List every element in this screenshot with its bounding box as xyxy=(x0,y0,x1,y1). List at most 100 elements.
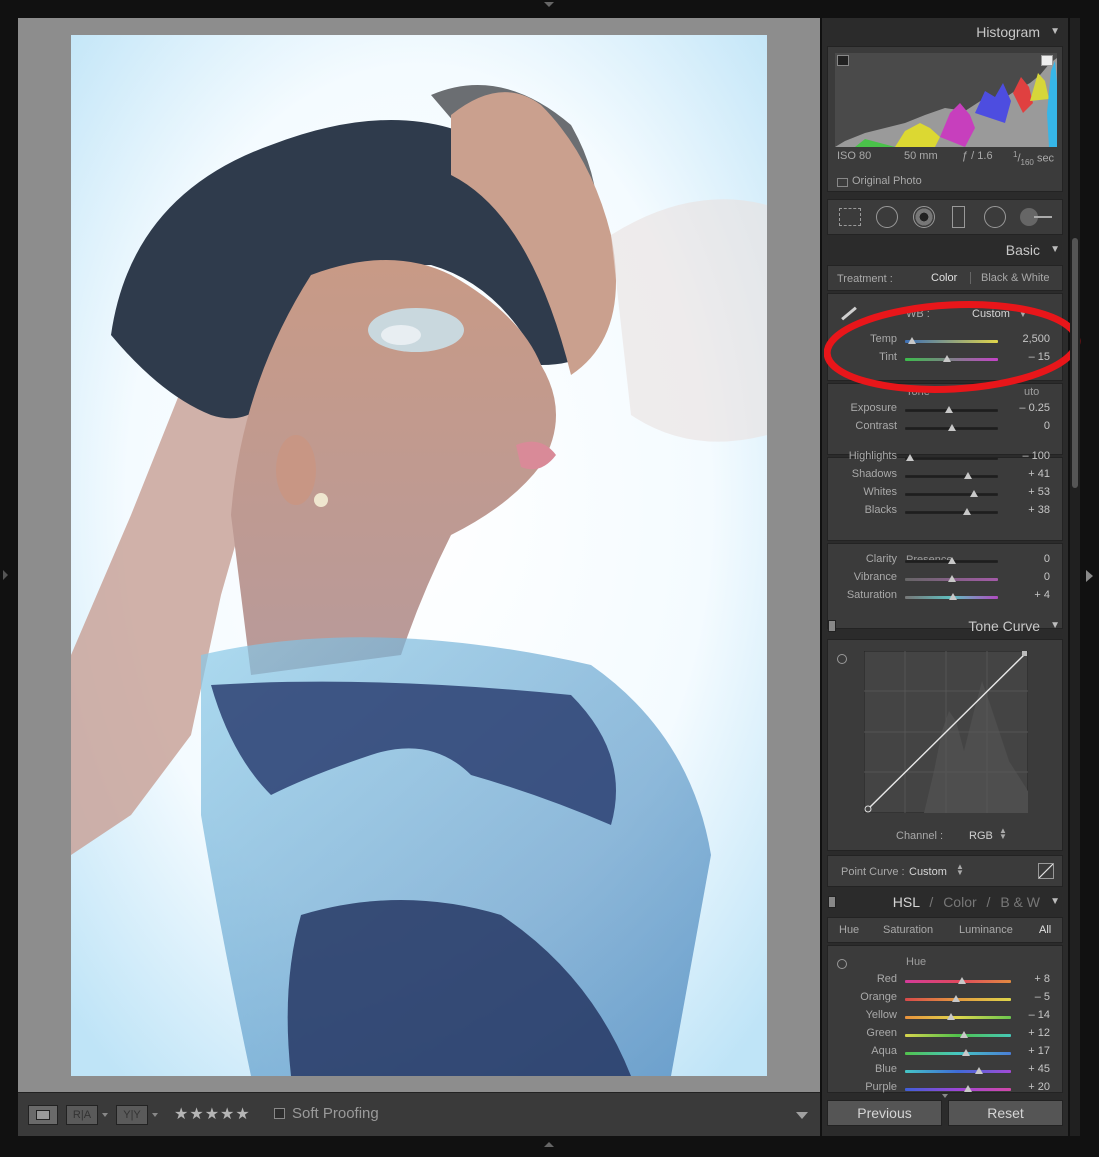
scrollbar-thumb[interactable] xyxy=(1072,238,1078,488)
hsl-purple-slider[interactable] xyxy=(905,1088,1011,1091)
basic-exposure-thumb[interactable] xyxy=(944,406,953,413)
tab-luminance[interactable]: Luminance xyxy=(959,924,1013,936)
histogram-header[interactable]: Histogram ▼ xyxy=(822,19,1068,45)
tone-curve-header[interactable]: Tone Curve ▼ xyxy=(822,613,1068,639)
basic-saturation-thumb[interactable] xyxy=(949,593,958,600)
histogram-graph[interactable] xyxy=(835,53,1057,147)
before-after-top-bottom-button[interactable]: Y|Y xyxy=(116,1105,148,1125)
hsl-purple-value[interactable]: + 20 xyxy=(1028,1081,1050,1093)
basic-temp-thumb[interactable] xyxy=(908,337,917,344)
panel-switch-icon[interactable] xyxy=(828,896,836,908)
basic-shadows-slider[interactable] xyxy=(905,475,998,478)
collapse-triangle-icon[interactable]: ▼ xyxy=(1050,19,1060,45)
hsl-green-thumb[interactable] xyxy=(960,1031,969,1038)
target-adjust-icon[interactable] xyxy=(837,654,847,664)
hsl-red-value[interactable]: + 8 xyxy=(1034,973,1050,985)
basic-shadows-thumb[interactable] xyxy=(964,472,973,479)
panel-switch-icon[interactable] xyxy=(828,620,836,632)
hsl-blue-slider[interactable] xyxy=(905,1070,1011,1073)
basic-blacks-slider[interactable] xyxy=(905,511,998,514)
tone-auto-button[interactable]: uto xyxy=(1024,386,1039,398)
treatment-color-option[interactable]: Color xyxy=(931,272,957,284)
hsl-purple-thumb[interactable] xyxy=(963,1085,972,1092)
color-title[interactable]: Color xyxy=(943,894,976,910)
photo-preview[interactable] xyxy=(71,35,767,1076)
chevron-down-icon[interactable] xyxy=(152,1113,158,1117)
hsl-title[interactable]: HSL xyxy=(893,894,920,910)
spot-removal-icon[interactable] xyxy=(876,206,898,228)
tone-curve-graph[interactable] xyxy=(864,651,1028,813)
loupe-view-button[interactable] xyxy=(28,1105,58,1125)
hsl-blue-value[interactable]: + 45 xyxy=(1028,1063,1050,1075)
before-after-left-right-button[interactable]: R|A xyxy=(66,1105,98,1125)
basic-saturation-value[interactable]: + 4 xyxy=(1034,589,1050,601)
shadow-clipping-icon[interactable] xyxy=(837,55,849,66)
top-panel-toggle[interactable] xyxy=(544,2,554,10)
hsl-aqua-thumb[interactable] xyxy=(962,1049,971,1056)
basic-highlights-slider[interactable] xyxy=(905,457,998,460)
basic-contrast-value[interactable]: 0 xyxy=(1044,420,1050,432)
basic-tint-value[interactable]: – 15 xyxy=(1029,351,1050,363)
previous-button[interactable]: Previous xyxy=(827,1100,942,1126)
basic-header[interactable]: Basic ▼ xyxy=(822,237,1068,263)
red-eye-icon[interactable] xyxy=(913,206,935,228)
basic-contrast-thumb[interactable] xyxy=(947,424,956,431)
radial-filter-icon[interactable] xyxy=(984,206,1006,228)
channel-select[interactable]: RGB xyxy=(969,830,993,842)
star-rating[interactable]: ★★★★★ xyxy=(174,1104,251,1124)
target-adjust-icon[interactable] xyxy=(837,959,847,969)
original-photo-checkbox[interactable] xyxy=(837,178,848,187)
basic-tint-slider[interactable] xyxy=(905,358,998,361)
image-viewer[interactable] xyxy=(18,2,820,1092)
tab-saturation[interactable]: Saturation xyxy=(883,924,933,936)
edit-point-curve-icon[interactable] xyxy=(1038,863,1054,879)
crop-overlay-icon[interactable] xyxy=(839,208,861,226)
basic-shadows-value[interactable]: + 41 xyxy=(1028,468,1050,480)
basic-highlights-thumb[interactable] xyxy=(905,454,914,461)
soft-proofing-checkbox[interactable] xyxy=(274,1108,285,1119)
collapse-triangle-icon[interactable]: ▼ xyxy=(1050,889,1060,915)
point-curve-select[interactable]: Custom xyxy=(909,866,947,878)
collapse-triangle-icon[interactable]: ▼ xyxy=(1050,237,1060,263)
basic-temp-slider[interactable] xyxy=(905,340,998,343)
hsl-yellow-value[interactable]: – 14 xyxy=(1029,1009,1050,1021)
hsl-red-thumb[interactable] xyxy=(958,977,967,984)
basic-blacks-value[interactable]: + 38 xyxy=(1028,504,1050,516)
hsl-yellow-slider[interactable] xyxy=(905,1016,1011,1019)
hsl-yellow-thumb[interactable] xyxy=(946,1013,955,1020)
chevron-down-icon[interactable] xyxy=(942,1094,948,1098)
tab-hue[interactable]: Hue xyxy=(839,924,859,936)
basic-exposure-value[interactable]: – 0.25 xyxy=(1019,402,1050,414)
highlight-clipping-icon[interactable] xyxy=(1041,55,1053,66)
graduated-filter-icon[interactable] xyxy=(952,206,965,228)
hsl-aqua-slider[interactable] xyxy=(905,1052,1011,1055)
hsl-orange-thumb[interactable] xyxy=(951,995,960,1002)
hsl-orange-value[interactable]: – 5 xyxy=(1035,991,1050,1003)
bw-title[interactable]: B & W xyxy=(1000,894,1040,910)
basic-whites-value[interactable]: + 53 xyxy=(1028,486,1050,498)
basic-vibrance-thumb[interactable] xyxy=(947,575,956,582)
hsl-green-value[interactable]: + 12 xyxy=(1028,1027,1050,1039)
right-panel-toggle-icon[interactable] xyxy=(1086,570,1093,582)
basic-temp-value[interactable]: 2,500 xyxy=(1022,333,1050,345)
toolbar-menu-chevron-icon[interactable] xyxy=(796,1112,808,1119)
basic-whites-slider[interactable] xyxy=(905,493,998,496)
left-panel-toggle-icon[interactable] xyxy=(3,570,8,580)
treatment-bw-option[interactable]: Black & White xyxy=(981,272,1049,284)
basic-blacks-thumb[interactable] xyxy=(963,508,972,515)
wb-eyedropper-icon[interactable] xyxy=(841,306,857,321)
wb-select[interactable]: Custom xyxy=(972,308,1010,320)
panel-scrollbar[interactable] xyxy=(1070,18,1080,1136)
basic-vibrance-value[interactable]: 0 xyxy=(1044,571,1050,583)
basic-whites-thumb[interactable] xyxy=(969,490,978,497)
collapse-triangle-icon[interactable]: ▼ xyxy=(1050,613,1060,639)
tab-all[interactable]: All xyxy=(1039,924,1051,936)
chevron-down-icon[interactable] xyxy=(102,1113,108,1117)
hsl-header[interactable]: HSL / Color / B & W ▼ xyxy=(822,889,1068,915)
adjustment-brush-icon[interactable] xyxy=(1020,208,1052,226)
bottom-panel-toggle-icon[interactable] xyxy=(544,1142,554,1147)
basic-tint-thumb[interactable] xyxy=(942,355,951,362)
basic-clarity-thumb[interactable] xyxy=(947,557,956,564)
hsl-blue-thumb[interactable] xyxy=(975,1067,984,1074)
hsl-aqua-value[interactable]: + 17 xyxy=(1028,1045,1050,1057)
